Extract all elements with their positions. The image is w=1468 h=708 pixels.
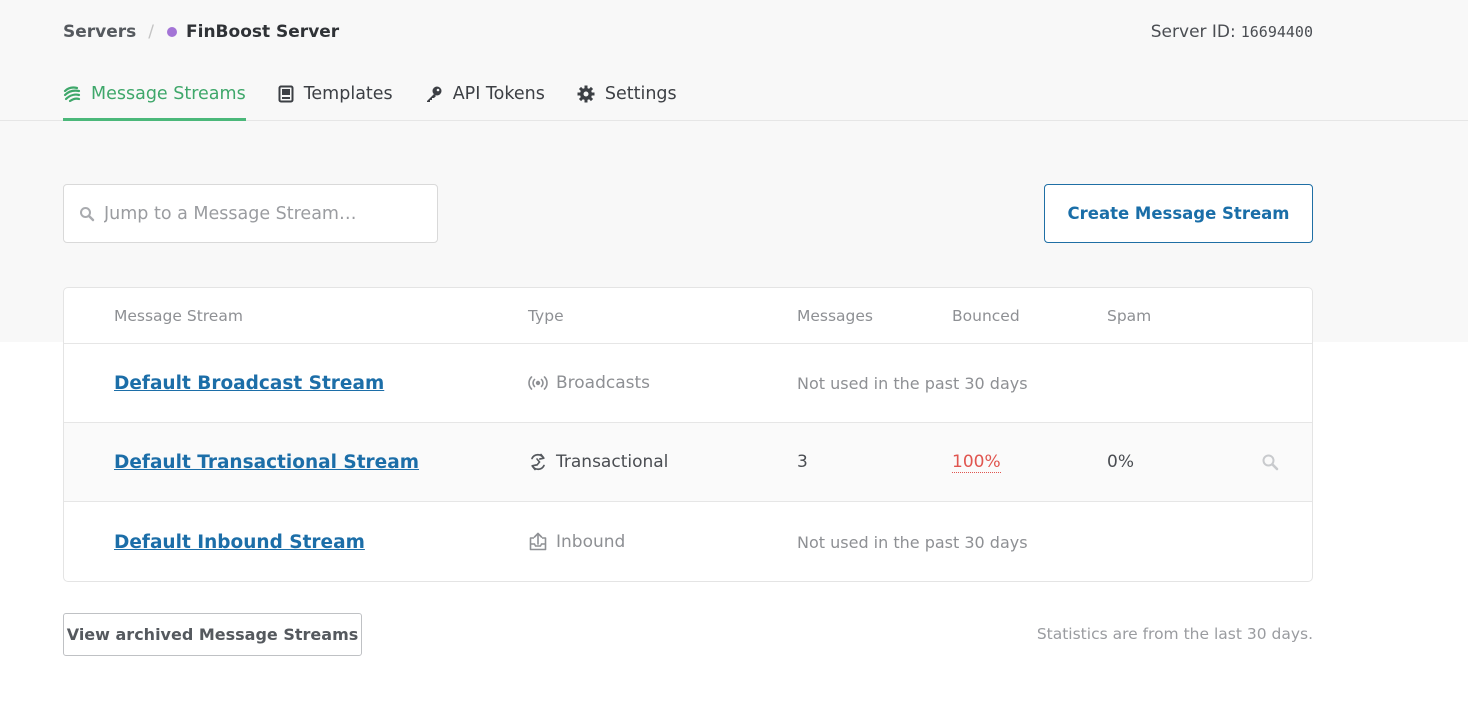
messages-count: 3 — [797, 452, 808, 472]
header-bounced: Bounced — [952, 307, 1020, 325]
broadcast-icon — [528, 374, 548, 392]
type-label: Transactional — [556, 452, 669, 472]
tab-label: Templates — [303, 84, 393, 104]
statistics-note: Statistics are from the last 30 days. — [1036, 625, 1313, 643]
message-streams-table: Message Stream Type Messages Bounced Spa… — [63, 287, 1313, 582]
stream-status: Not used in the past 30 days — [797, 532, 1028, 552]
type-label: Inbound — [556, 532, 626, 552]
type-cell: Transactional — [528, 423, 668, 501]
type-label: Broadcasts — [556, 373, 651, 393]
server-id: Server ID: 16694400 — [1151, 22, 1313, 42]
header-type: Type — [528, 307, 564, 325]
search-icon — [79, 206, 95, 222]
tab-label: Settings — [604, 84, 677, 104]
server-id-label: Server ID: — [1150, 22, 1236, 42]
breadcrumb-servers-link[interactable]: Servers — [63, 22, 136, 42]
type-cell: Broadcasts — [528, 344, 650, 422]
bounced-rate[interactable]: 100% — [952, 452, 1001, 473]
stream-search-box[interactable] — [63, 184, 438, 243]
tab-templates[interactable]: Templates — [278, 72, 393, 116]
header-messages: Messages — [797, 307, 874, 325]
row-search-icon[interactable] — [1261, 423, 1279, 501]
server-id-value: 16694400 — [1240, 23, 1313, 41]
stream-link-broadcast[interactable]: Default Broadcast Stream — [114, 373, 384, 394]
view-archived-streams-button[interactable]: View archived Message Streams — [63, 613, 362, 656]
table-header: Message Stream Type Messages Bounced Spa… — [64, 288, 1312, 344]
template-icon — [278, 85, 294, 103]
table-row: Default Inbound Stream Inbound Not used … — [64, 502, 1312, 581]
create-message-stream-button[interactable]: Create Message Stream — [1044, 184, 1313, 243]
tab-api-tokens[interactable]: API Tokens — [425, 72, 545, 116]
streams-icon — [63, 85, 81, 103]
type-cell: Inbound — [528, 502, 626, 581]
key-icon — [425, 85, 443, 103]
transactional-icon — [528, 452, 548, 472]
server-tabs: Message Streams Templates API Tokens Set… — [63, 72, 709, 121]
breadcrumb-separator: / — [148, 22, 155, 42]
server-color-dot — [167, 27, 178, 37]
spam-rate: 0% — [1107, 452, 1134, 472]
table-row: Default Transactional Stream Transaction… — [64, 423, 1312, 502]
stream-status: Not used in the past 30 days — [797, 373, 1028, 393]
stream-link-transactional[interactable]: Default Transactional Stream — [114, 452, 419, 473]
breadcrumb: Servers / FinBoost Server — [63, 20, 339, 44]
inbound-icon — [528, 532, 548, 552]
breadcrumb-server-name: FinBoost Server — [186, 22, 340, 42]
tab-label: API Tokens — [452, 84, 545, 104]
stream-search-input[interactable] — [104, 203, 404, 224]
table-row: Default Broadcast Stream Broadcasts Not … — [64, 344, 1312, 423]
tab-settings[interactable]: Settings — [577, 72, 677, 116]
header-spam: Spam — [1107, 307, 1152, 325]
stream-link-inbound[interactable]: Default Inbound Stream — [114, 532, 365, 553]
header-message-stream: Message Stream — [114, 307, 243, 325]
gear-icon — [577, 85, 595, 103]
tab-message-streams[interactable]: Message Streams — [63, 72, 246, 121]
tab-label: Message Streams — [91, 84, 246, 104]
